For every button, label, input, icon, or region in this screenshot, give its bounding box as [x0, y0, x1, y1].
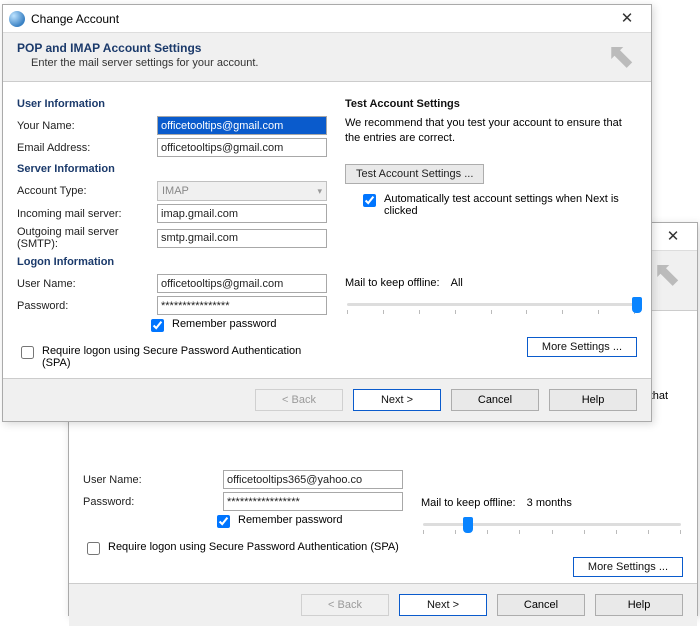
- help-button[interactable]: Help: [549, 389, 637, 411]
- offline-slider[interactable]: [421, 515, 683, 539]
- remember-password-label: Remember password: [172, 318, 277, 330]
- remember-password-box[interactable]: [217, 515, 230, 528]
- close-icon[interactable]: ✕: [653, 225, 693, 249]
- header-subtitle: Enter the mail server settings for your …: [31, 57, 637, 69]
- cancel-button[interactable]: Cancel: [497, 594, 585, 616]
- spa-checkbox[interactable]: Require logon using Secure Password Auth…: [17, 345, 327, 369]
- remember-password-checkbox[interactable]: Remember password: [147, 318, 327, 335]
- close-icon[interactable]: ✕: [607, 7, 647, 31]
- username-label: User Name:: [83, 474, 223, 486]
- auto-test-box[interactable]: [363, 194, 376, 207]
- email-label: Email Address:: [17, 142, 157, 154]
- change-account-dialog: Change Account ✕ POP and IMAP Account Se…: [2, 4, 652, 422]
- test-description: We recommend that you test your account …: [345, 116, 637, 146]
- more-settings-button[interactable]: More Settings ...: [573, 557, 683, 577]
- account-type-label: Account Type:: [17, 185, 157, 197]
- dialog-footer: < Back Next > Cancel Help: [3, 378, 651, 421]
- pointer-decoration-icon: ⬉: [653, 257, 682, 291]
- back-button: < Back: [301, 594, 389, 616]
- auto-test-label: Automatically test account settings when…: [384, 193, 637, 217]
- section-user-info: User Information: [17, 98, 327, 110]
- next-button[interactable]: Next >: [353, 389, 441, 411]
- incoming-server-field[interactable]: [157, 204, 327, 223]
- header-title: POP and IMAP Account Settings: [17, 41, 637, 55]
- remember-password-label: Remember password: [238, 514, 343, 526]
- help-button[interactable]: Help: [595, 594, 683, 616]
- offline-label: Mail to keep offline:: [345, 277, 440, 289]
- dialog-body: User Information Your Name: Email Addres…: [3, 82, 651, 378]
- section-server-info: Server Information: [17, 163, 327, 175]
- next-button[interactable]: Next >: [399, 594, 487, 616]
- auto-test-checkbox[interactable]: Automatically test account settings when…: [359, 193, 637, 217]
- account-type-combo: IMAP ▾: [157, 181, 327, 201]
- offline-label: Mail to keep offline:: [421, 497, 516, 509]
- titlebar: Change Account ✕: [3, 5, 651, 33]
- your-name-label: Your Name:: [17, 120, 157, 132]
- outgoing-server-field[interactable]: [157, 229, 327, 248]
- offline-value: 3 months: [527, 497, 572, 509]
- email-field[interactable]: [157, 138, 327, 157]
- offline-value: All: [451, 277, 463, 289]
- incoming-label: Incoming mail server:: [17, 208, 157, 220]
- cancel-button[interactable]: Cancel: [451, 389, 539, 411]
- spa-label: Require logon using Secure Password Auth…: [42, 345, 327, 369]
- offline-slider[interactable]: [345, 295, 637, 319]
- more-settings-button[interactable]: More Settings ...: [527, 337, 637, 357]
- password-field[interactable]: [223, 492, 403, 511]
- dialog-footer: < Back Next > Cancel Help: [69, 583, 697, 626]
- app-icon: [9, 11, 25, 27]
- spa-checkbox[interactable]: Require logon using Secure Password Auth…: [83, 541, 403, 558]
- password-label: Password:: [17, 300, 157, 312]
- remember-password-box[interactable]: [151, 319, 164, 332]
- spa-box[interactable]: [87, 542, 100, 555]
- slider-thumb[interactable]: [632, 297, 642, 313]
- section-test-settings: Test Account Settings: [345, 98, 637, 110]
- slider-thumb[interactable]: [463, 517, 473, 533]
- spa-box[interactable]: [21, 346, 34, 359]
- account-type-value: IMAP: [162, 185, 189, 197]
- outgoing-label: Outgoing mail server (SMTP):: [17, 226, 157, 250]
- spa-label: Require logon using Secure Password Auth…: [108, 541, 399, 553]
- chevron-down-icon: ▾: [317, 186, 322, 197]
- dialog-header: POP and IMAP Account Settings Enter the …: [3, 33, 651, 82]
- test-account-settings-button[interactable]: Test Account Settings ...: [345, 164, 484, 184]
- username-field[interactable]: [223, 470, 403, 489]
- window-title: Change Account: [31, 12, 607, 26]
- dialog-body: User Name: Password: Remember password R…: [69, 463, 697, 583]
- pointer-decoration-icon: ⬉: [607, 39, 636, 73]
- your-name-field[interactable]: [157, 116, 327, 135]
- remember-password-checkbox[interactable]: Remember password: [213, 514, 403, 531]
- section-logon-info: Logon Information: [17, 256, 327, 268]
- back-button: < Back: [255, 389, 343, 411]
- password-field[interactable]: [157, 296, 327, 315]
- username-field[interactable]: [157, 274, 327, 293]
- password-label: Password:: [83, 496, 223, 508]
- username-label: User Name:: [17, 278, 157, 290]
